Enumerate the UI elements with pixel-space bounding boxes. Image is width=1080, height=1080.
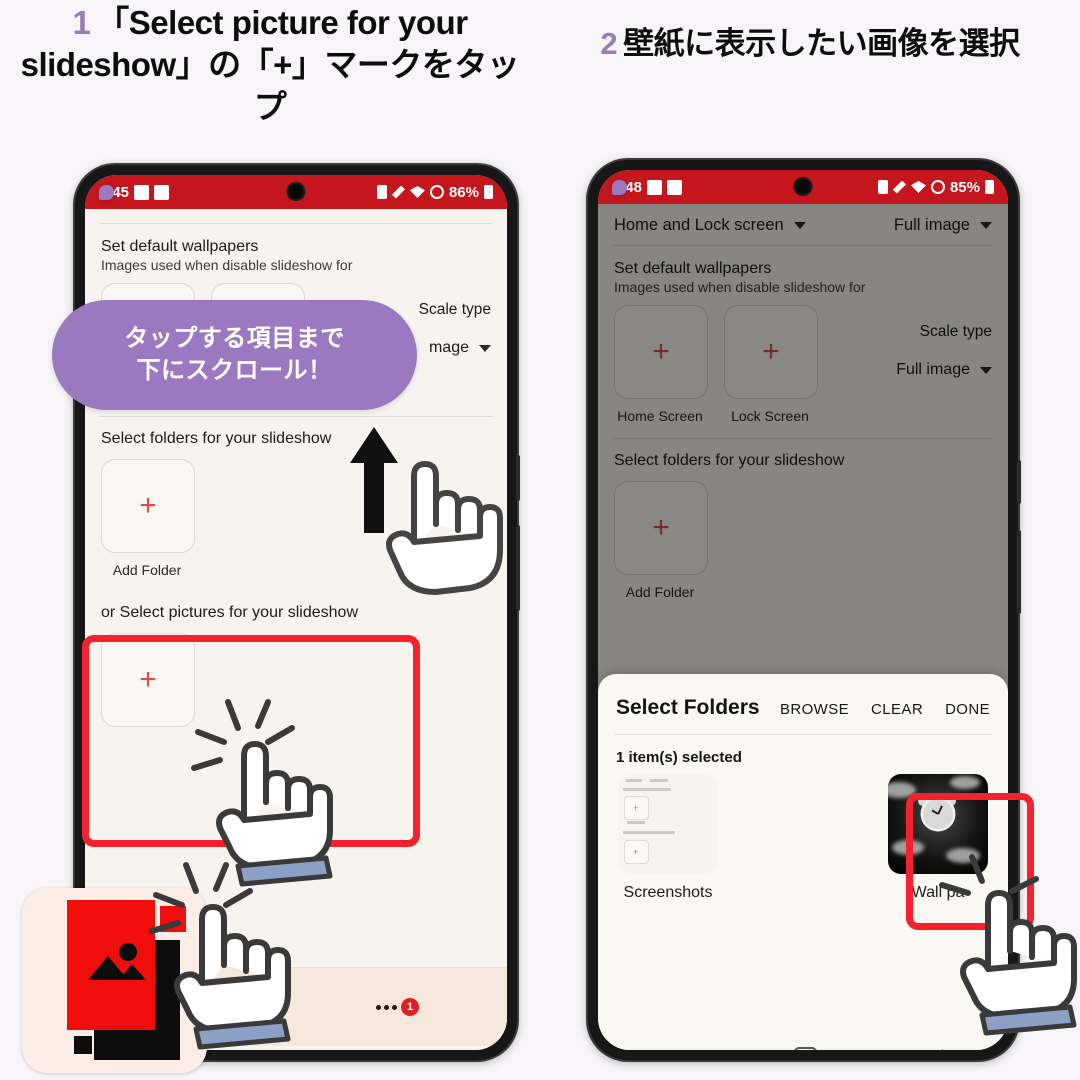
mute-icon <box>892 180 906 194</box>
default-wallpaper-tiles: + Home Screen + Lock Screen Scale type F… <box>598 301 1008 424</box>
selected-count: 1 item(s) selected <box>616 749 742 766</box>
overflow-menu-button[interactable]: 1 <box>376 998 419 1016</box>
scale-type-select[interactable]: mage <box>419 339 491 357</box>
poster-canvas: 1 「Select picture for your slideshow」の「+」… <box>0 0 1080 1080</box>
notification-badge: 1 <box>401 998 419 1016</box>
default-wallpapers-title: Set default wallpapers <box>101 238 259 255</box>
home-screen-tile[interactable]: + <box>614 305 708 399</box>
chevron-down-icon <box>793 222 806 229</box>
chevron-down-icon <box>479 344 491 352</box>
image-scale-value: Full image <box>893 216 970 234</box>
dnd-icon <box>931 180 945 194</box>
lock-screen-tile[interactable]: + <box>724 305 818 399</box>
callout-line-2: 下にスクロール！ <box>136 357 333 384</box>
step-1-heading: 1 「Select picture for your slideshow」の「+」… <box>18 2 522 129</box>
folder-thumbnail: + + <box>618 774 718 874</box>
battery-percent: 86% <box>448 183 479 201</box>
battery-icon <box>985 180 994 194</box>
clear-button[interactable]: CLEAR <box>871 701 923 718</box>
select-folders-title: Select folders for your slideshow <box>101 430 332 447</box>
dnd-icon <box>430 185 444 199</box>
battery-percent: 85% <box>949 178 980 196</box>
step-2-heading: 2 壁紙に表示したい画像を選択 <box>558 24 1062 64</box>
message-icon <box>99 184 114 200</box>
default-wallpapers-title: Set default wallpapers <box>614 260 772 277</box>
home-button[interactable] <box>793 1046 817 1050</box>
scale-type-value: Full image <box>896 361 970 378</box>
chevron-down-icon <box>980 366 992 374</box>
scale-type-label: Scale type <box>919 323 992 340</box>
battery-saver-icon <box>376 185 387 199</box>
phone-right-power-button[interactable] <box>1017 460 1021 504</box>
calendar-icon <box>667 179 683 195</box>
plus-icon: + <box>652 335 670 368</box>
add-folder-label: Add Folder <box>625 584 695 600</box>
scale-type-group: Scale type mage <box>419 301 491 357</box>
plus-icon: + <box>139 489 157 522</box>
folders-tiles: + Add Folder <box>598 471 1008 600</box>
add-folder-tile[interactable]: + <box>614 481 708 575</box>
camera-punchhole <box>793 177 813 196</box>
recents-button[interactable] <box>657 1049 675 1050</box>
plus-icon: + <box>139 663 157 696</box>
wifi-icon <box>409 186 425 198</box>
mute-icon <box>391 185 405 199</box>
image-scale-select[interactable]: Full image <box>894 216 992 235</box>
browse-button[interactable]: BROWSE <box>780 701 849 718</box>
mini-screenshot-preview: + + <box>618 774 718 874</box>
done-button[interactable]: DONE <box>945 701 990 718</box>
wifi-icon <box>910 181 926 193</box>
folder-name: Screenshots <box>623 884 713 901</box>
scroll-down-callout: タップする項目まで 下にスクロール！ <box>52 300 417 410</box>
callout-line-1: タップする項目まで <box>124 324 345 352</box>
add-folder-tile[interactable]: + <box>101 459 195 553</box>
plus-icon: + <box>762 335 780 368</box>
lock-screen-label: Lock Screen <box>731 408 809 424</box>
tap-hand-icon <box>149 862 291 1050</box>
sheet-header: Select Folders BROWSE CLEAR DONE <box>598 674 1008 734</box>
back-button[interactable] <box>932 1048 952 1050</box>
scale-type-select[interactable]: Full image <box>896 361 992 379</box>
plus-icon: + <box>652 511 670 544</box>
default-wallpapers-subtitle: Images used when disable slideshow for <box>614 279 866 295</box>
image-icon <box>647 179 663 195</box>
message-icon <box>612 179 627 195</box>
status-bar-right: 0:48 85% <box>598 170 1008 204</box>
alarm-clock-icon <box>923 799 953 829</box>
image-icon <box>134 184 150 200</box>
pointing-hand-icon <box>386 461 503 595</box>
step-2-number: 2 <box>600 26 618 61</box>
scale-type-value: mage <box>428 339 469 356</box>
scale-type-label: Scale type <box>418 301 491 318</box>
scale-type-group: Scale type Full image <box>896 323 992 379</box>
add-folder-label: Add Folder <box>112 562 182 578</box>
app-top-bar: Home and Lock screen Full image <box>598 204 1008 245</box>
step-1-text: 「Select picture for your slideshow」の「+」マ… <box>20 4 520 126</box>
screen-target-value: Home and Lock screen <box>614 216 784 234</box>
step-1-number: 1 <box>72 4 91 41</box>
screen-target-select[interactable]: Home and Lock screen <box>614 216 806 235</box>
camera-punchhole <box>286 182 306 201</box>
step-2-text: 壁紙に表示したい画像を選択 <box>623 26 1020 61</box>
default-wallpapers-subtitle: Images used when disable slideshow for <box>101 257 353 273</box>
sheet-title: Select Folders <box>616 696 760 719</box>
phone-right-volume-button[interactable] <box>1017 530 1021 614</box>
calendar-icon <box>154 184 170 200</box>
select-folders-title: Select folders for your slideshow <box>614 452 845 469</box>
tap-hand-icon <box>939 854 1077 1036</box>
chevron-down-icon <box>980 222 992 229</box>
home-screen-label: Home Screen <box>617 408 703 424</box>
battery-icon <box>484 185 493 199</box>
status-bar-left: 0:45 86% <box>85 175 507 209</box>
folder-item-screenshots[interactable]: + + Screenshots <box>614 774 722 902</box>
battery-saver-icon <box>877 180 888 194</box>
